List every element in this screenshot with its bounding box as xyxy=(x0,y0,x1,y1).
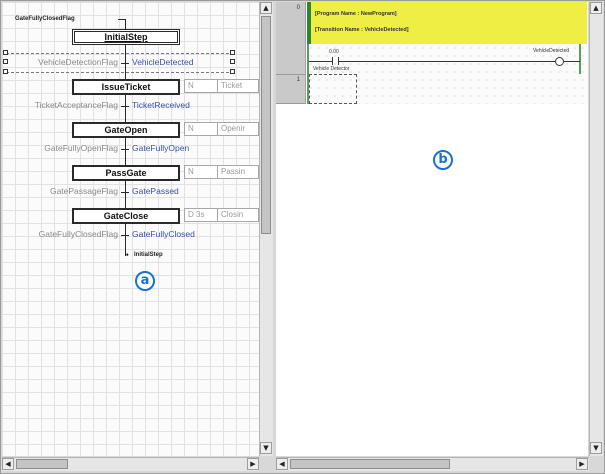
ladder-rung-area[interactable]: 0.00 Vehicle Detector VehicleDetected xyxy=(307,44,588,104)
sfc-editor-pane[interactable]: GateFullyClosedFlag InitialStep VehicleD… xyxy=(2,2,259,456)
transition-bar[interactable] xyxy=(121,192,129,193)
selection-handle[interactable] xyxy=(230,50,235,55)
line-number: 0 xyxy=(296,5,300,11)
transition-condition[interactable]: VehicleDetectionFlag xyxy=(2,57,118,67)
selection-handle[interactable] xyxy=(230,59,235,64)
transition-name[interactable]: VehicleDetected xyxy=(132,57,193,67)
sfc-flow-line xyxy=(125,136,126,165)
sfc-horizontal-scrollbar[interactable]: ◀ ▶ xyxy=(2,457,259,471)
sfc-flow-line xyxy=(125,179,126,208)
comment-line: [Program Name : NewProgram] xyxy=(315,11,397,17)
sfc-vertical-scrollbar[interactable]: ▲ ▼ xyxy=(259,2,273,456)
sfc-top-flag-label: GateFullyClosedFlag xyxy=(15,16,75,22)
action-name[interactable]: Openir xyxy=(218,122,259,136)
action-qualifier[interactable]: N xyxy=(184,122,218,136)
initial-step[interactable]: InitialStep xyxy=(72,29,180,45)
step-gate-open[interactable]: GateOpen xyxy=(72,122,180,138)
sfc-flow-line xyxy=(118,19,126,20)
rung-wire xyxy=(309,61,332,62)
callout-badge-b: b xyxy=(433,150,453,170)
action-qualifier[interactable]: D 3s xyxy=(184,208,218,222)
scroll-down-arrow-icon[interactable]: ▼ xyxy=(260,442,272,454)
contact-left-bar[interactable] xyxy=(332,57,333,65)
gutter-divider xyxy=(276,74,306,75)
transition-condition[interactable]: TicketAcceptanceFlag xyxy=(2,100,118,110)
rung-wire xyxy=(564,61,580,62)
action-name[interactable]: Passin xyxy=(218,165,259,179)
transition-condition[interactable]: GateFullyClosedFlag xyxy=(2,229,118,239)
transition-name[interactable]: GateFullyClosed xyxy=(132,229,195,239)
scroll-right-arrow-icon[interactable]: ▶ xyxy=(576,458,588,470)
transition-condition[interactable]: GateFullyOpenFlag xyxy=(2,143,118,153)
scroll-left-arrow-icon[interactable]: ◀ xyxy=(276,458,288,470)
comment-line: [Transition Name : VehicleDetected] xyxy=(315,27,409,33)
sfc-flow-line xyxy=(125,45,126,79)
step-pass-gate[interactable]: PassGate xyxy=(72,165,180,181)
callout-badge-a: a xyxy=(135,271,155,291)
rung-wire xyxy=(339,61,555,62)
transition-bar[interactable] xyxy=(121,63,129,64)
jump-target-label[interactable]: InitialStep xyxy=(134,252,163,258)
scroll-up-arrow-icon[interactable]: ▲ xyxy=(590,2,602,14)
scroll-up-arrow-icon[interactable]: ▲ xyxy=(260,2,272,14)
transition-bar[interactable] xyxy=(121,149,129,150)
scroll-thumb[interactable] xyxy=(16,459,68,469)
gutter-divider xyxy=(276,103,306,104)
ladder-editor-pane[interactable]: 0 1 [Program Name : NewProgram] [Transit… xyxy=(276,2,588,456)
ladder-vertical-scrollbar[interactable]: ▲ ▼ xyxy=(589,2,603,456)
ladder-cursor[interactable] xyxy=(309,74,357,104)
step-issue-ticket[interactable]: IssueTicket xyxy=(72,79,180,95)
transition-name[interactable]: TicketReceived xyxy=(132,100,190,110)
selection-handle[interactable] xyxy=(3,50,8,55)
contact-address: 0.00 xyxy=(329,49,339,55)
transition-condition[interactable]: GatePassageFlag xyxy=(2,186,118,196)
transition-bar[interactable] xyxy=(121,235,129,236)
transition-name[interactable]: GateFullyOpen xyxy=(132,143,189,153)
selection-handle[interactable] xyxy=(230,69,235,74)
contact-comment: Vehicle Detector xyxy=(313,66,350,72)
selection-frame xyxy=(6,53,234,54)
transition-bar[interactable] xyxy=(121,106,129,107)
action-name[interactable]: Closin xyxy=(218,208,259,222)
scroll-down-arrow-icon[interactable]: ▼ xyxy=(590,442,602,454)
scroll-left-arrow-icon[interactable]: ◀ xyxy=(2,458,14,470)
output-coil-icon[interactable] xyxy=(555,57,564,66)
action-qualifier[interactable]: N xyxy=(184,165,218,179)
selection-frame xyxy=(6,72,234,73)
jump-arrow-icon: ↳ xyxy=(124,251,130,258)
action-name[interactable]: Ticket xyxy=(218,79,259,93)
selection-handle[interactable] xyxy=(3,69,8,74)
scroll-thumb[interactable] xyxy=(261,16,271,234)
step-gate-close[interactable]: GateClose xyxy=(72,208,180,224)
sfc-flow-line xyxy=(125,93,126,122)
scroll-thumb[interactable] xyxy=(290,459,450,469)
transition-name[interactable]: GatePassed xyxy=(132,186,179,196)
action-qualifier[interactable]: N xyxy=(184,79,218,93)
scroll-right-arrow-icon[interactable]: ▶ xyxy=(247,458,259,470)
initial-step-label: InitialStep xyxy=(104,32,148,42)
ladder-horizontal-scrollbar[interactable]: ◀ ▶ xyxy=(276,457,589,471)
line-number: 1 xyxy=(296,77,300,83)
right-power-rail xyxy=(579,44,581,74)
coil-label: VehicleDetected xyxy=(533,48,570,54)
rung-comment-block[interactable]: [Program Name : NewProgram] [Transition … xyxy=(307,2,587,44)
line-number-gutter: 0 1 xyxy=(276,2,306,104)
